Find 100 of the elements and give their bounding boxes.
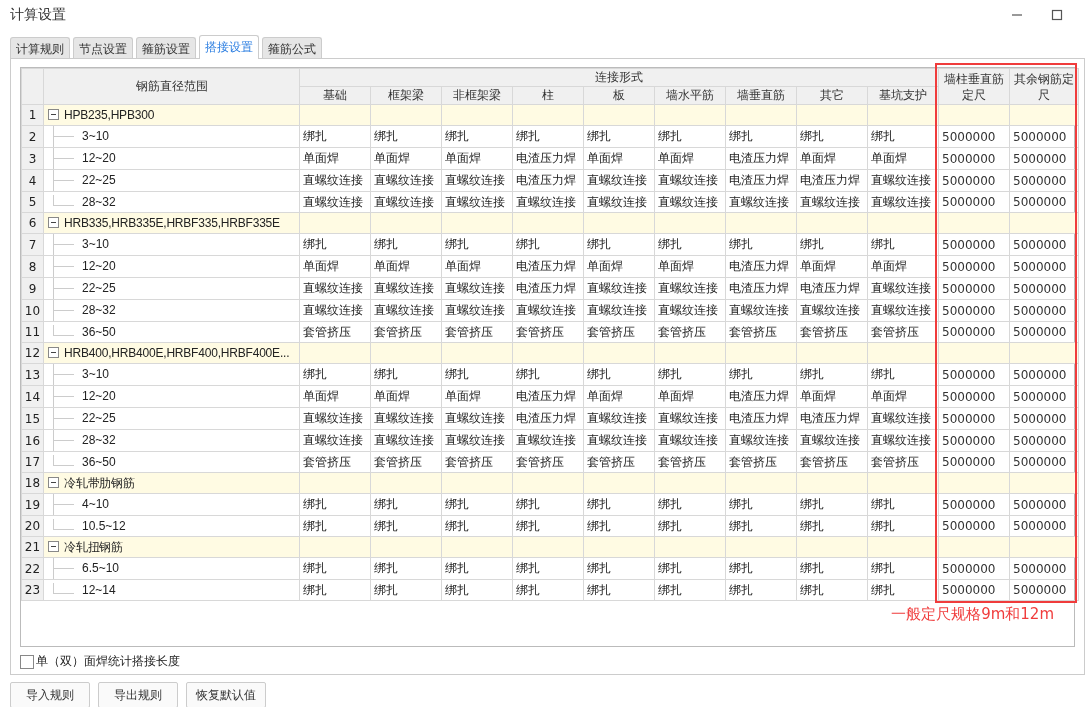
action-button[interactable]: 恢复默认值 bbox=[186, 682, 266, 707]
action-button[interactable]: 导入规则 bbox=[10, 682, 90, 707]
table-cell[interactable]: 绑扎 bbox=[299, 515, 371, 537]
table-cell[interactable]: 套管挤压 bbox=[441, 451, 513, 473]
table-cell[interactable]: 5000000 bbox=[938, 451, 1010, 473]
table-cell[interactable]: 5000000 bbox=[1009, 299, 1079, 322]
table-cell[interactable]: 电渣压力焊 bbox=[725, 407, 797, 430]
table-cell[interactable]: 单面焊 bbox=[370, 147, 442, 170]
table-cell[interactable]: 5000000 bbox=[938, 515, 1010, 537]
table-cell[interactable]: 5000000 bbox=[938, 385, 1010, 408]
table-cell[interactable]: 直螺纹连接 bbox=[654, 191, 726, 213]
table-cell[interactable]: 绑扎 bbox=[796, 557, 868, 580]
table-cell[interactable]: 绑扎 bbox=[796, 363, 868, 386]
table-cell[interactable]: 直螺纹连接 bbox=[299, 169, 371, 192]
table-cell[interactable]: 电渣压力焊 bbox=[725, 277, 797, 300]
table-cell[interactable]: 套管挤压 bbox=[299, 321, 371, 343]
table-cell[interactable]: 5000000 bbox=[1009, 557, 1079, 580]
table-cell[interactable]: 套管挤压 bbox=[654, 451, 726, 473]
table-cell[interactable]: 5000000 bbox=[1009, 277, 1079, 300]
table-cell[interactable]: 电渣压力焊 bbox=[512, 277, 584, 300]
table-cell[interactable]: 绑扎 bbox=[299, 493, 371, 516]
tree-node[interactable]: 12~20 bbox=[43, 385, 300, 408]
collapse-icon[interactable] bbox=[48, 540, 59, 552]
table-cell[interactable]: 单面焊 bbox=[299, 385, 371, 408]
table-cell[interactable]: 套管挤压 bbox=[512, 321, 584, 343]
table-cell[interactable]: 绑扎 bbox=[299, 363, 371, 386]
table-cell[interactable]: 绑扎 bbox=[512, 233, 584, 256]
table-cell[interactable]: 绑扎 bbox=[725, 125, 797, 148]
table-cell[interactable]: 直螺纹连接 bbox=[796, 191, 868, 213]
tree-node[interactable]: 28~32 bbox=[43, 429, 300, 452]
table-cell[interactable]: 绑扎 bbox=[796, 125, 868, 148]
table-cell[interactable]: 绑扎 bbox=[725, 493, 797, 516]
collapse-icon[interactable] bbox=[48, 109, 59, 120]
table-cell[interactable]: 绑扎 bbox=[441, 557, 513, 580]
tree-node[interactable]: 12~20 bbox=[43, 255, 300, 278]
table-cell[interactable]: 直螺纹连接 bbox=[299, 429, 371, 452]
table-cell[interactable]: 直螺纹连接 bbox=[583, 277, 655, 300]
table-cell[interactable]: 5000000 bbox=[1009, 385, 1079, 408]
table-cell[interactable]: 单面焊 bbox=[583, 147, 655, 170]
table-cell[interactable]: 绑扎 bbox=[370, 557, 442, 580]
table-cell[interactable]: 直螺纹连接 bbox=[654, 429, 726, 452]
table-cell[interactable]: 绑扎 bbox=[867, 125, 939, 148]
table-cell[interactable]: 5000000 bbox=[1009, 493, 1079, 516]
table-cell[interactable]: 电渣压力焊 bbox=[725, 147, 797, 170]
tree-node[interactable]: 22~25 bbox=[43, 277, 300, 300]
table-cell[interactable]: 电渣压力焊 bbox=[796, 407, 868, 430]
collapse-icon[interactable] bbox=[48, 476, 59, 488]
table-cell[interactable]: 绑扎 bbox=[725, 363, 797, 386]
table-cell[interactable]: 直螺纹连接 bbox=[512, 429, 584, 452]
table-cell[interactable]: 绑扎 bbox=[370, 493, 442, 516]
table-cell[interactable]: 单面焊 bbox=[796, 255, 868, 278]
table-cell[interactable]: 绑扎 bbox=[867, 233, 939, 256]
table-cell[interactable]: 电渣压力焊 bbox=[512, 169, 584, 192]
table-cell[interactable]: 5000000 bbox=[938, 493, 1010, 516]
table-cell[interactable]: 单面焊 bbox=[796, 385, 868, 408]
table-cell[interactable]: 直螺纹连接 bbox=[441, 277, 513, 300]
table-cell[interactable]: 单面焊 bbox=[654, 255, 726, 278]
tree-node[interactable]: 36~50 bbox=[43, 321, 300, 343]
table-cell[interactable]: 单面焊 bbox=[867, 147, 939, 170]
table-cell[interactable]: 直螺纹连接 bbox=[512, 191, 584, 213]
table-cell[interactable]: 绑扎 bbox=[796, 515, 868, 537]
table-cell[interactable]: 5000000 bbox=[1009, 407, 1079, 430]
table-cell[interactable]: 5000000 bbox=[938, 233, 1010, 256]
table-cell[interactable]: 5000000 bbox=[938, 429, 1010, 452]
table-cell[interactable]: 单面焊 bbox=[441, 385, 513, 408]
table-cell[interactable]: 5000000 bbox=[938, 363, 1010, 386]
table-cell[interactable]: 5000000 bbox=[1009, 363, 1079, 386]
table-cell[interactable]: 绑扎 bbox=[654, 515, 726, 537]
table-cell[interactable]: 5000000 bbox=[1009, 255, 1079, 278]
table-cell[interactable]: 绑扎 bbox=[512, 579, 584, 601]
table-cell[interactable]: 直螺纹连接 bbox=[654, 277, 726, 300]
table-cell[interactable]: 套管挤压 bbox=[654, 321, 726, 343]
table-cell[interactable]: 绑扎 bbox=[796, 579, 868, 601]
table-cell[interactable]: 直螺纹连接 bbox=[370, 169, 442, 192]
table-cell[interactable]: 直螺纹连接 bbox=[796, 299, 868, 322]
tree-node[interactable]: 冷轧带肋钢筋 bbox=[43, 472, 300, 494]
table-cell[interactable]: 直螺纹连接 bbox=[654, 299, 726, 322]
table-cell[interactable]: 绑扎 bbox=[583, 515, 655, 537]
tree-node[interactable]: 4~10 bbox=[43, 493, 300, 516]
tree-node[interactable]: HRB400,HRB400E,HRBF400,HRBF400E... bbox=[43, 342, 300, 364]
table-cell[interactable]: 绑扎 bbox=[441, 515, 513, 537]
table-cell[interactable]: 绑扎 bbox=[441, 493, 513, 516]
table-cell[interactable]: 直螺纹连接 bbox=[867, 277, 939, 300]
table-cell[interactable]: 直螺纹连接 bbox=[725, 299, 797, 322]
table-cell[interactable]: 绑扎 bbox=[654, 125, 726, 148]
table-cell[interactable]: 5000000 bbox=[1009, 451, 1079, 473]
checkbox[interactable] bbox=[20, 654, 34, 669]
table-cell[interactable]: 5000000 bbox=[938, 255, 1010, 278]
table-cell[interactable]: 直螺纹连接 bbox=[370, 429, 442, 452]
table-cell[interactable]: 直螺纹连接 bbox=[441, 407, 513, 430]
table-cell[interactable]: 套管挤压 bbox=[725, 451, 797, 473]
table-cell[interactable]: 5000000 bbox=[938, 147, 1010, 170]
tree-node[interactable]: HPB235,HPB300 bbox=[43, 104, 300, 126]
table-cell[interactable]: 绑扎 bbox=[512, 557, 584, 580]
table-cell[interactable]: 直螺纹连接 bbox=[441, 191, 513, 213]
table-cell[interactable]: 套管挤压 bbox=[725, 321, 797, 343]
table-cell[interactable]: 单面焊 bbox=[441, 147, 513, 170]
table-cell[interactable]: 套管挤压 bbox=[441, 321, 513, 343]
table-cell[interactable]: 直螺纹连接 bbox=[867, 191, 939, 213]
table-cell[interactable]: 直螺纹连接 bbox=[299, 407, 371, 430]
